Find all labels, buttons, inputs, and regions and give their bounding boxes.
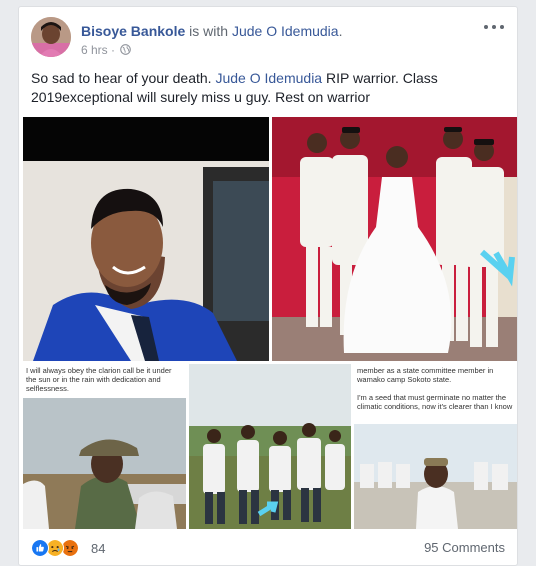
post-header: Bisoye Bankole is with Jude O Idemudia. … (31, 17, 505, 61)
author-line: Bisoye Bankole is with Jude O Idemudia. (81, 22, 342, 40)
post-body: So sad to hear of your death. Jude O Ide… (31, 69, 501, 107)
photo-camp-1[interactable]: I will always obey the clarion call be i… (23, 364, 186, 529)
photo-grid: I will always obey the clarion call be i… (21, 117, 517, 529)
like-icon (31, 539, 49, 557)
more-options-icon[interactable] (483, 19, 505, 35)
tagged-person[interactable]: Jude O Idemudia (232, 23, 339, 39)
post-footer: 84 95 Comments (31, 537, 505, 561)
caption-left: I will always obey the clarion call be i… (26, 366, 172, 393)
caption-right: member as a state committee member in wa… (357, 366, 513, 411)
photo-portrait[interactable] (23, 117, 269, 361)
reaction-count[interactable]: 84 (91, 541, 105, 556)
post-body-part1: So sad to hear of your death. (31, 70, 216, 86)
photo-camp-2[interactable] (189, 364, 351, 529)
author-avatar[interactable] (31, 17, 71, 57)
photo-camp-3[interactable]: member as a state committee member in wa… (354, 364, 517, 529)
tagged-suffix: . (338, 23, 343, 39)
post-meta: 6 hrs · (81, 42, 132, 58)
post-card: Bisoye Bankole is with Jude O Idemudia. … (18, 6, 518, 566)
post-time[interactable]: 6 hrs (81, 43, 108, 57)
globe-icon[interactable] (120, 44, 132, 55)
comments-count[interactable]: 95 Comments (424, 540, 505, 555)
photo-wedding[interactable] (272, 117, 517, 361)
post-body-mention[interactable]: Jude O Idemudia (215, 70, 322, 86)
author-name[interactable]: Bisoye Bankole (81, 23, 185, 39)
with-text: is with (189, 23, 229, 39)
